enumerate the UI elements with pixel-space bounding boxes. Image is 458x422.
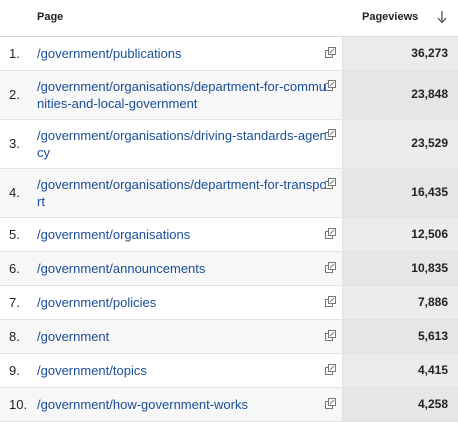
row-rank: 8. — [9, 329, 20, 344]
page-link[interactable]: /government/organisations/driving-standa… — [37, 127, 327, 161]
open-in-new-window-icon[interactable] — [325, 296, 336, 307]
table-row: 5. /government/organisations 12,506 — [0, 218, 458, 252]
open-in-new-window-icon[interactable] — [325, 80, 336, 91]
table-row: 1. /government/publications 36,273 — [0, 37, 458, 71]
row-rank: 1. — [9, 46, 20, 61]
row-rank: 3. — [9, 136, 20, 151]
row-rank: 10. — [9, 397, 28, 412]
table-row: 8. /government 5,613 — [0, 320, 458, 354]
page-link[interactable]: /government — [37, 328, 327, 345]
table-row: 10. /government/how-government-works 4,2… — [0, 388, 458, 422]
open-in-new-window-icon[interactable] — [325, 47, 336, 58]
open-in-new-window-icon[interactable] — [325, 330, 336, 341]
page-link[interactable]: /government/organisations — [37, 226, 327, 243]
pageviews-value: 16,435 — [411, 185, 448, 199]
table-row: 3. /government/organisations/driving-sta… — [0, 120, 458, 169]
row-rank: 2. — [9, 87, 20, 102]
open-in-new-window-icon[interactable] — [325, 364, 336, 375]
pageviews-value: 10,835 — [411, 261, 448, 275]
page-link[interactable]: /government/topics — [37, 362, 327, 379]
page-link[interactable]: /government/policies — [37, 294, 327, 311]
table-row: 9. /government/topics 4,415 — [0, 354, 458, 388]
pageviews-value: 23,529 — [411, 136, 448, 150]
table-header: Page Pageviews — [0, 0, 458, 37]
open-in-new-window-icon[interactable] — [325, 129, 336, 140]
pageviews-value: 12,506 — [411, 227, 448, 241]
pageviews-value: 4,258 — [417, 397, 448, 411]
row-rank: 5. — [9, 227, 20, 242]
table-row: 2. /government/organisations/department-… — [0, 71, 458, 120]
pageviews-column-header[interactable]: Pageviews — [362, 11, 418, 23]
row-rank: 6. — [9, 261, 20, 276]
row-rank: 7. — [9, 295, 20, 310]
open-in-new-window-icon[interactable] — [325, 228, 336, 239]
page-column-header[interactable]: Page — [37, 11, 63, 23]
page-link[interactable]: /government/organisations/department-for… — [37, 78, 327, 112]
pageviews-value: 36,273 — [411, 46, 448, 60]
row-rank: 4. — [9, 185, 20, 200]
row-rank: 9. — [9, 363, 20, 378]
open-in-new-window-icon[interactable] — [325, 262, 336, 273]
page-link[interactable]: /government/how-government-works — [37, 396, 327, 413]
pageviews-value: 5,613 — [417, 329, 448, 343]
table-row: 7. /government/policies 7,886 — [0, 286, 458, 320]
table-row: 4. /government/organisations/department-… — [0, 169, 458, 218]
pageviews-value: 23,848 — [411, 87, 448, 101]
pageviews-value: 4,415 — [417, 363, 448, 377]
page-link[interactable]: /government/announcements — [37, 260, 327, 277]
open-in-new-window-icon[interactable] — [325, 178, 336, 189]
page-link[interactable]: /government/organisations/department-for… — [37, 176, 327, 210]
pageviews-value: 7,886 — [417, 295, 448, 309]
page-link[interactable]: /government/publications — [37, 45, 327, 62]
sort-descending-icon[interactable] — [436, 9, 448, 25]
table-row: 6. /government/announcements 10,835 — [0, 252, 458, 286]
pageviews-report-table: Page Pageviews 1. /government/publicatio… — [0, 0, 458, 422]
